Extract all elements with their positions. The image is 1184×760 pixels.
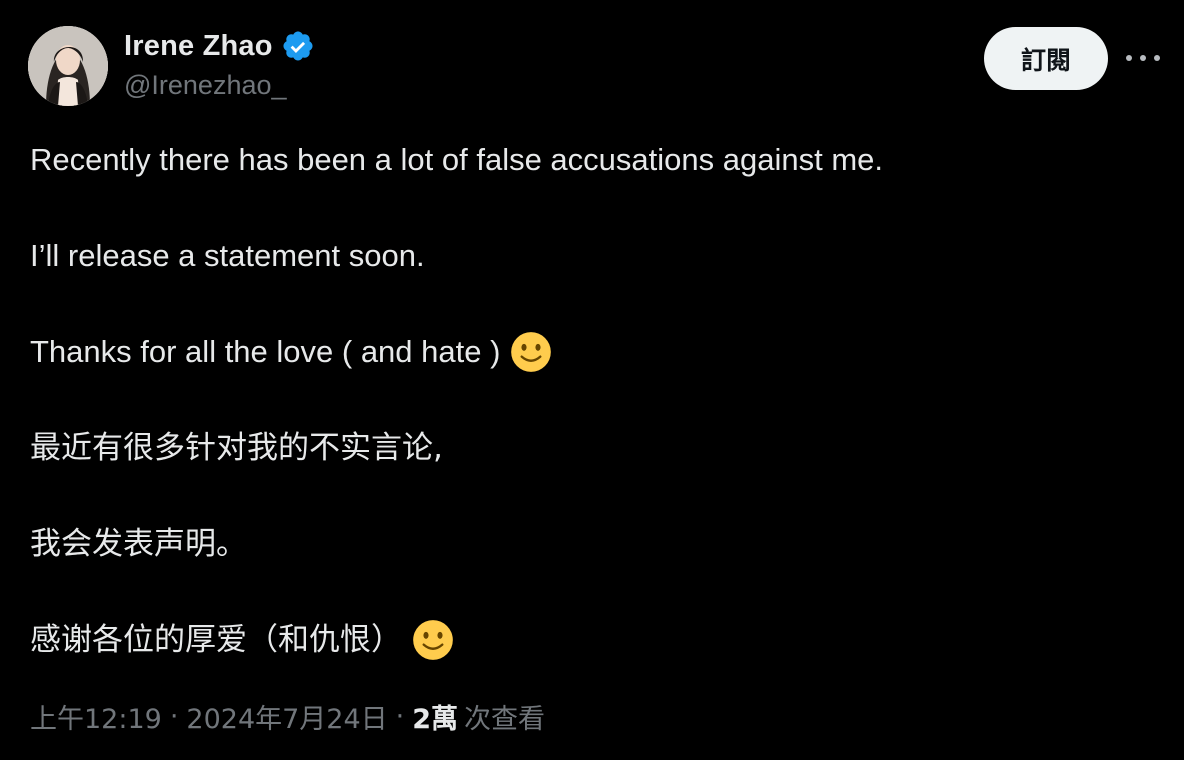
more-dot	[1126, 55, 1132, 61]
name-row: Irene Zhao	[124, 28, 315, 64]
more-horizontal-icon[interactable]	[1126, 44, 1160, 72]
tweet-line: I’ll release a statement soon.	[30, 232, 1160, 280]
tweet-line-text: 我会发表声明。	[30, 526, 247, 562]
tweet-line-text: 感谢各位的厚爱（和仇恨）	[30, 622, 402, 658]
slightly-smiling-face-icon	[510, 331, 552, 373]
tweet-line-text: I’ll release a statement soon.	[30, 238, 425, 273]
tweet-line: 我会发表声明。	[30, 520, 1160, 568]
tweet-date[interactable]: 2024年7月24日	[186, 697, 387, 736]
views-label: 次查看	[464, 704, 546, 735]
more-dot	[1140, 55, 1146, 61]
subscribe-button[interactable]: 訂閱	[984, 27, 1108, 90]
tweet-line: Thanks for all the love ( and hate )	[30, 328, 1160, 376]
meta-separator: ·	[169, 701, 179, 732]
tweet-line-text: Recently there has been a lot of false a…	[30, 142, 883, 177]
tweet-line: 最近有很多针对我的不实言论,	[30, 424, 1160, 472]
handle[interactable]: @Irenezhao_	[124, 70, 315, 101]
tweet-meta: 上午12:19 · 2024年7月24日 · 2萬 次查看	[30, 697, 545, 736]
tweet-line: 感谢各位的厚爱（和仇恨）	[30, 616, 1160, 664]
tweet-line-text: Thanks for all the love ( and hate )	[30, 334, 501, 369]
verified-badge-icon[interactable]	[281, 29, 315, 63]
slightly-smiling-face-icon	[412, 619, 454, 661]
tweet-time[interactable]: 上午12:19	[30, 697, 162, 736]
display-name[interactable]: Irene Zhao	[124, 30, 273, 63]
tweet-text: Recently there has been a lot of false a…	[30, 136, 1160, 712]
avatar[interactable]	[28, 26, 108, 106]
tweet-line-text: 最近有很多针对我的不实言论,	[30, 430, 443, 466]
tweet-line: Recently there has been a lot of false a…	[30, 136, 1160, 184]
author-block: Irene Zhao @Irenezhao_	[124, 28, 315, 101]
avatar-image	[28, 26, 108, 106]
more-dot	[1154, 55, 1160, 61]
tweet: Irene Zhao @Irenezhao_ 訂閱 Recently there…	[0, 0, 1184, 760]
views-count[interactable]: 2萬	[412, 697, 458, 736]
meta-separator: ·	[395, 701, 405, 732]
